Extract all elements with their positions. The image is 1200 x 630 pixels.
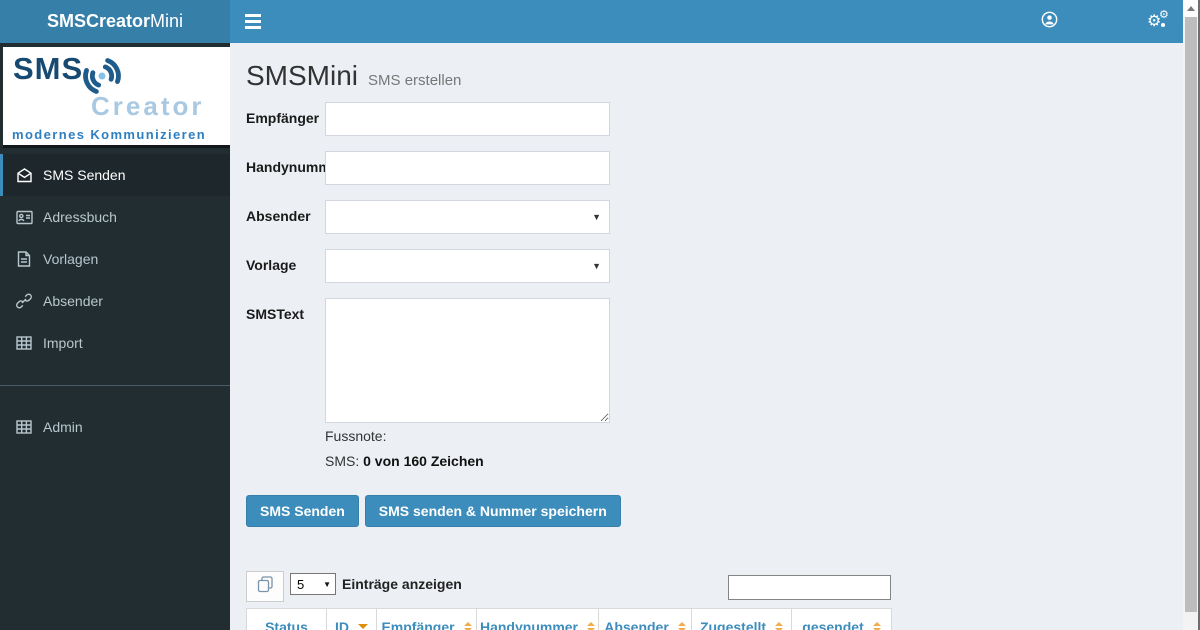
sort-both-icon xyxy=(678,622,686,630)
absender-select[interactable] xyxy=(325,200,610,234)
sidebar-item-sms-senden[interactable]: SMS Senden xyxy=(0,154,230,196)
column-label: Handynummer xyxy=(480,619,578,630)
top-navbar: SMSCreatorMini ⚙⚙ xyxy=(0,0,1183,43)
vorlage-label: Vorlage xyxy=(246,249,325,273)
sort-both-icon xyxy=(464,622,472,630)
sort-desc-icon xyxy=(358,624,368,629)
absender-label: Absender xyxy=(246,200,325,224)
sms-counter: SMS: 0 von 160 Zeichen xyxy=(325,453,1183,469)
column-label: Empfänger xyxy=(381,619,454,630)
column-header-absender[interactable]: Absender xyxy=(599,609,692,630)
envelope-icon xyxy=(15,168,33,183)
scrollbar-up-arrow-icon[interactable] xyxy=(1183,0,1198,17)
sidebar-item-label: Vorlagen xyxy=(43,251,98,267)
column-header-id[interactable]: ID xyxy=(327,609,377,630)
form-row: Vorlage ▼ xyxy=(246,249,1183,283)
main-content: SMSMini SMS erstellen Empfänger Handynum… xyxy=(230,43,1183,630)
column-label: gesendet xyxy=(802,619,863,630)
sort-both-icon xyxy=(873,622,881,630)
button-row: SMS Senden SMS senden & Nummer speichern xyxy=(246,495,1183,527)
sidebar-divider xyxy=(0,385,230,386)
vorlage-select[interactable] xyxy=(325,249,610,283)
counter-value: 0 von 160 Zeichen xyxy=(363,453,484,469)
copy-button[interactable] xyxy=(246,571,284,602)
form-row: Absender ▼ xyxy=(246,200,1183,234)
smstext-textarea[interactable] xyxy=(325,298,610,423)
sidebar-item-label: Absender xyxy=(43,293,103,309)
form-row: Empfänger xyxy=(246,102,1183,136)
page-length-label: Einträge anzeigen xyxy=(342,576,462,592)
empfaenger-label: Empfänger xyxy=(246,102,325,126)
smscreator-logo: SMS Creator modernes Kommunizieren xyxy=(3,47,230,148)
sidebar-item-label: Admin xyxy=(43,419,83,435)
sms-senden-button[interactable]: SMS Senden xyxy=(246,495,359,527)
column-label: Absender xyxy=(604,619,669,630)
brand-bold: SMSCreator xyxy=(47,11,150,32)
column-header-gesendet[interactable]: gesendet xyxy=(792,609,892,630)
copy-icon xyxy=(256,575,274,598)
address-book-icon xyxy=(15,210,33,225)
sort-both-icon xyxy=(587,622,595,630)
sidebar-item-label: Adressbuch xyxy=(43,209,117,225)
form-row: SMSText xyxy=(246,298,1183,423)
column-label: Zugestellt xyxy=(700,619,766,630)
user-circle-icon xyxy=(1041,11,1058,33)
window-scrollbar[interactable] xyxy=(1183,0,1200,630)
table-header-row: Status ID Empfänger Handynummer xyxy=(247,609,892,630)
column-header-status[interactable]: Status xyxy=(247,609,327,630)
app-logo[interactable]: SMSCreatorMini xyxy=(0,0,230,43)
sort-both-icon xyxy=(775,622,783,630)
handynummer-input[interactable] xyxy=(325,151,610,185)
page-length-select[interactable]: 5 xyxy=(290,573,336,595)
page-subtitle: SMS erstellen xyxy=(368,72,461,89)
sidebar-item-vorlagen[interactable]: Vorlagen xyxy=(0,238,230,280)
sidebar-item-adressbuch[interactable]: Adressbuch xyxy=(0,196,230,238)
sms-form: Empfänger Handynummer Absender ▼ Vorlage… xyxy=(246,102,1183,469)
sidebar-item-import[interactable]: Import xyxy=(0,322,230,364)
sidebar: SMS Creator modernes Kommunizieren SMS S… xyxy=(0,43,230,630)
link-icon xyxy=(15,293,33,309)
handynummer-label: Handynummer xyxy=(246,151,325,175)
sidebar-item-label: SMS Senden xyxy=(43,167,126,183)
sidebar-menu: SMS Senden Adressbuch Vorlagen Absender … xyxy=(0,154,230,448)
table-grid-icon xyxy=(15,336,33,350)
sms-senden-nummer-speichern-button[interactable]: SMS senden & Nummer speichern xyxy=(365,495,621,527)
table-grid-icon xyxy=(15,420,33,434)
search-input[interactable] xyxy=(728,575,891,600)
column-label: Status xyxy=(265,619,308,630)
column-label: ID xyxy=(335,619,349,630)
sidebar-item-absender[interactable]: Absender xyxy=(0,280,230,322)
sidebar-item-admin[interactable]: Admin xyxy=(0,406,230,448)
page-title: SMSMini xyxy=(246,60,358,92)
logo-text-creator: Creator xyxy=(91,91,204,122)
document-icon xyxy=(15,251,33,267)
brand-light: Mini xyxy=(150,11,183,32)
counter-prefix: SMS: xyxy=(325,453,359,469)
logo-tagline: modernes Kommunizieren xyxy=(12,127,206,142)
gears-icon: ⚙⚙ xyxy=(1147,12,1169,32)
sms-history-table-area: 5 ▼ Einträge anzeigen Suchen Status ID xyxy=(246,571,891,630)
page-header: SMSMini SMS erstellen xyxy=(246,60,1183,92)
column-header-handynummer[interactable]: Handynummer xyxy=(477,609,599,630)
form-row: Handynummer xyxy=(246,151,1183,185)
column-header-empfaenger[interactable]: Empfänger xyxy=(377,609,477,630)
column-header-zugestellt[interactable]: Zugestellt xyxy=(692,609,792,630)
sidebar-item-label: Import xyxy=(43,335,83,351)
empfaenger-input[interactable] xyxy=(325,102,610,136)
settings-menu-button[interactable]: ⚙⚙ xyxy=(1139,0,1177,43)
user-menu-button[interactable] xyxy=(1031,0,1067,43)
sms-table: Status ID Empfänger Handynummer xyxy=(246,608,892,630)
table-controls: 5 ▼ Einträge anzeigen Suchen xyxy=(246,571,891,605)
footnote-label: Fussnote: xyxy=(325,428,1183,444)
hamburger-icon[interactable] xyxy=(230,0,276,43)
smstext-label: SMSText xyxy=(246,298,325,322)
scrollbar-thumb[interactable] xyxy=(1185,17,1197,612)
